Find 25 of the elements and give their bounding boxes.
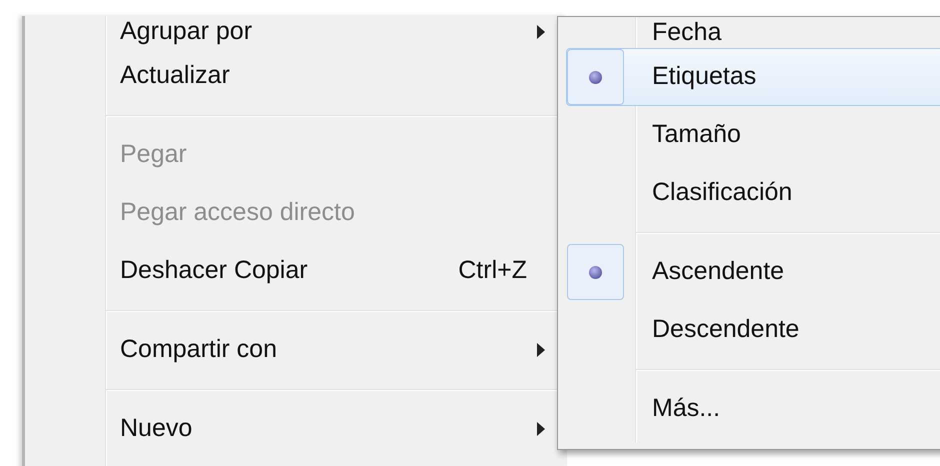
submenu-item[interactable]: Más... xyxy=(566,380,940,438)
submenu-item[interactable]: Descendente xyxy=(566,301,940,359)
submenu-item[interactable]: Fecha xyxy=(566,17,940,48)
submenu-item-label: Etiquetas xyxy=(652,61,756,92)
menu-item-label: Agrupar por xyxy=(120,16,252,47)
menu-item-label: Actualizar xyxy=(120,60,230,92)
menu-item-label: Pegar acceso directo xyxy=(120,197,355,228)
submenu-item[interactable]: Ascendente xyxy=(566,243,940,301)
menu-item[interactable]: Compartir con xyxy=(25,321,567,379)
submenu-item[interactable]: Clasificación xyxy=(566,164,940,222)
menu-item-label: Compartir con xyxy=(120,334,277,366)
menu-item-label: Deshacer Copiar xyxy=(120,255,308,286)
shortcut-label: Ctrl+Z xyxy=(458,255,527,286)
submenu-item-label: Clasificación xyxy=(652,177,792,208)
submenu-item-label: Fecha xyxy=(652,17,722,48)
submenu-item-label: Descendente xyxy=(652,314,800,346)
submenu-item-label: Tamaño xyxy=(652,119,741,150)
submenu-item[interactable]: Etiquetas xyxy=(566,48,940,106)
menu-item[interactable]: Nuevo xyxy=(25,400,567,458)
submenu-item[interactable]: Tamaño xyxy=(566,106,940,164)
submenu-item-label: Ascendente xyxy=(652,256,784,288)
menu-item[interactable]: Agrupar por xyxy=(25,16,567,47)
menu-item-label: Nuevo xyxy=(120,413,192,444)
menu-item-label: Pegar xyxy=(120,139,187,170)
submenu-item-label: Más... xyxy=(652,393,720,424)
